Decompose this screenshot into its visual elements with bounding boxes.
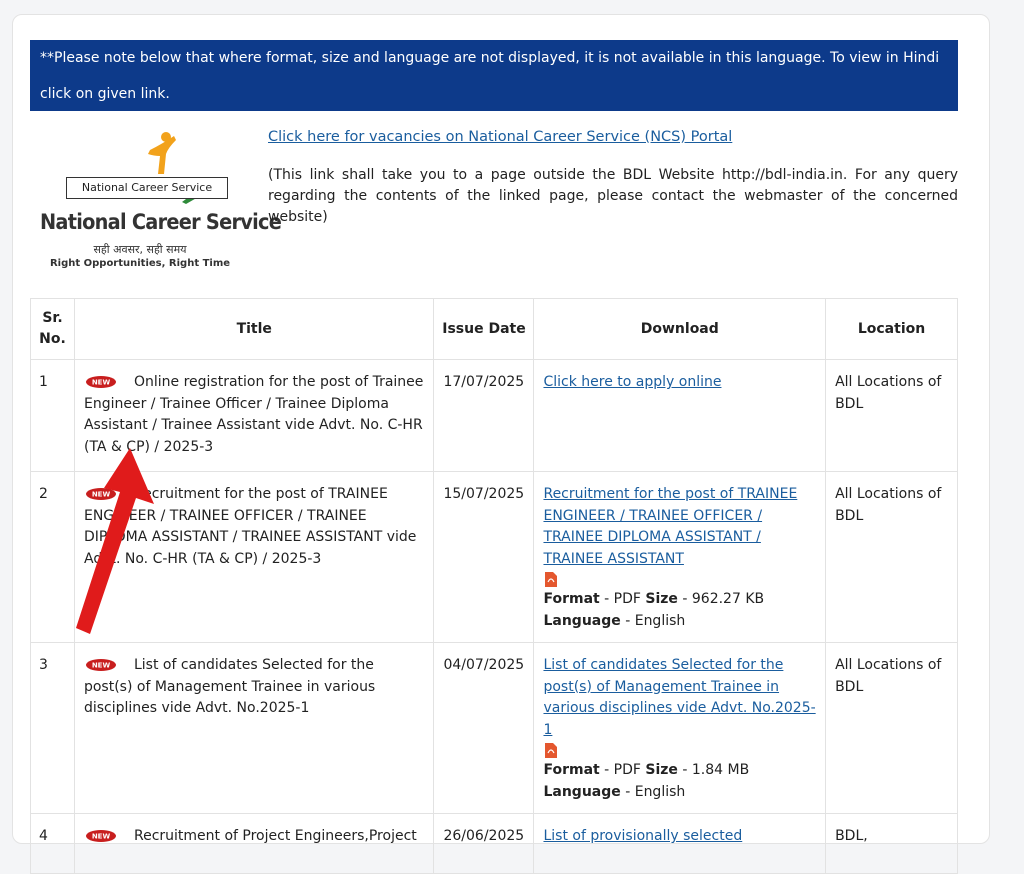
table-row: 2 NEW Recruitment for the post of TRAINEE… (30, 471, 958, 643)
logo-title: National Career Service (40, 210, 282, 234)
row-location: All Locations of BDL (825, 471, 958, 643)
row-download: Recruitment for the post of TRAINEE ENGI… (533, 471, 827, 643)
download-link[interactable]: Recruitment for the post of TRAINEE ENGI… (543, 486, 797, 567)
row-download: List of candidates Selected for the post… (533, 642, 827, 814)
new-badge-text: NEW (92, 491, 111, 499)
header-download: Download (533, 298, 827, 360)
notice-banner: **Please note below that where format, s… (30, 40, 958, 111)
table-header-row: Sr. No. Title Issue Date Download Locati… (30, 298, 958, 360)
header-title: Title (73, 298, 435, 360)
row-title-text: Recruitment for the post of TRAINEE ENGI… (83, 486, 417, 567)
logo-hindi-tagline: सही अवसर, सही समय (93, 243, 187, 256)
row-location: All Locations of BDL (825, 642, 958, 814)
notice-text: **Please note below that where format, s… (40, 50, 940, 102)
vacancy-table: Sr. No. Title Issue Date Download Locati… (30, 298, 958, 874)
table-row: 1 NEW Online registration for the post of… (30, 359, 958, 472)
row-issue-date: 04/07/2025 (433, 642, 535, 814)
row-location: All Locations of BDL (825, 359, 958, 472)
row-download: Click here to apply online (533, 359, 827, 472)
pdf-icon[interactable] (545, 572, 558, 587)
ncs-portal-link[interactable]: Click here for vacancies on National Car… (268, 129, 732, 145)
new-badge-text: NEW (92, 379, 111, 387)
row-issue-date: 17/07/2025 (433, 359, 535, 472)
row-issue-date: 15/07/2025 (433, 471, 535, 643)
file-language: Language - English (543, 612, 686, 629)
logo-tagline: Right Opportunities, Right Time (49, 258, 231, 269)
logo-tag: National Career Service (66, 177, 228, 199)
apply-online-link[interactable]: Click here to apply online (543, 374, 721, 390)
row-sr: 3 (30, 642, 75, 814)
pdf-icon[interactable] (545, 743, 558, 758)
file-meta: Format - PDF Size - 962.27 KB (543, 591, 765, 607)
new-badge-icon: NEW (85, 488, 116, 500)
row-title: NEW Recruitment for the post of TRAINEE E… (73, 471, 435, 643)
row-title: NEW List of candidates Selected for the p… (73, 642, 435, 814)
ncs-person-icon (148, 132, 176, 174)
row-sr: 2 (30, 471, 75, 643)
row-title-text: Recruitment of Project Engineers,Project (133, 828, 417, 844)
row-title: NEW Online registration for the post of T… (73, 359, 435, 472)
header-location: Location (825, 298, 958, 360)
header-issue-date: Issue Date (433, 298, 535, 360)
table-row: 3 NEW List of candidates Selected for the… (30, 642, 958, 814)
row-sr: 1 (30, 359, 75, 472)
new-badge-text: NEW (92, 662, 111, 670)
ncs-disclaimer: (This link shall take you to a page outs… (268, 167, 958, 225)
row-title-text: Online registration for the post of Trai… (83, 374, 424, 455)
new-badge-icon: NEW (85, 659, 116, 671)
download-link[interactable]: List of provisionally selected (543, 828, 742, 844)
download-link[interactable]: List of candidates Selected for the post… (543, 657, 815, 738)
file-meta: Format - PDF Size - 1.84 MB Language - E… (543, 762, 750, 800)
new-badge-icon: NEW (85, 376, 116, 388)
ncs-logo[interactable]: National Career Service National Career … (40, 130, 282, 275)
new-badge-text: NEW (92, 833, 111, 841)
header-sr: Sr. No. (30, 298, 75, 360)
new-badge-icon: NEW (85, 830, 116, 842)
row-title-text: List of candidates Selected for the post… (83, 657, 376, 716)
